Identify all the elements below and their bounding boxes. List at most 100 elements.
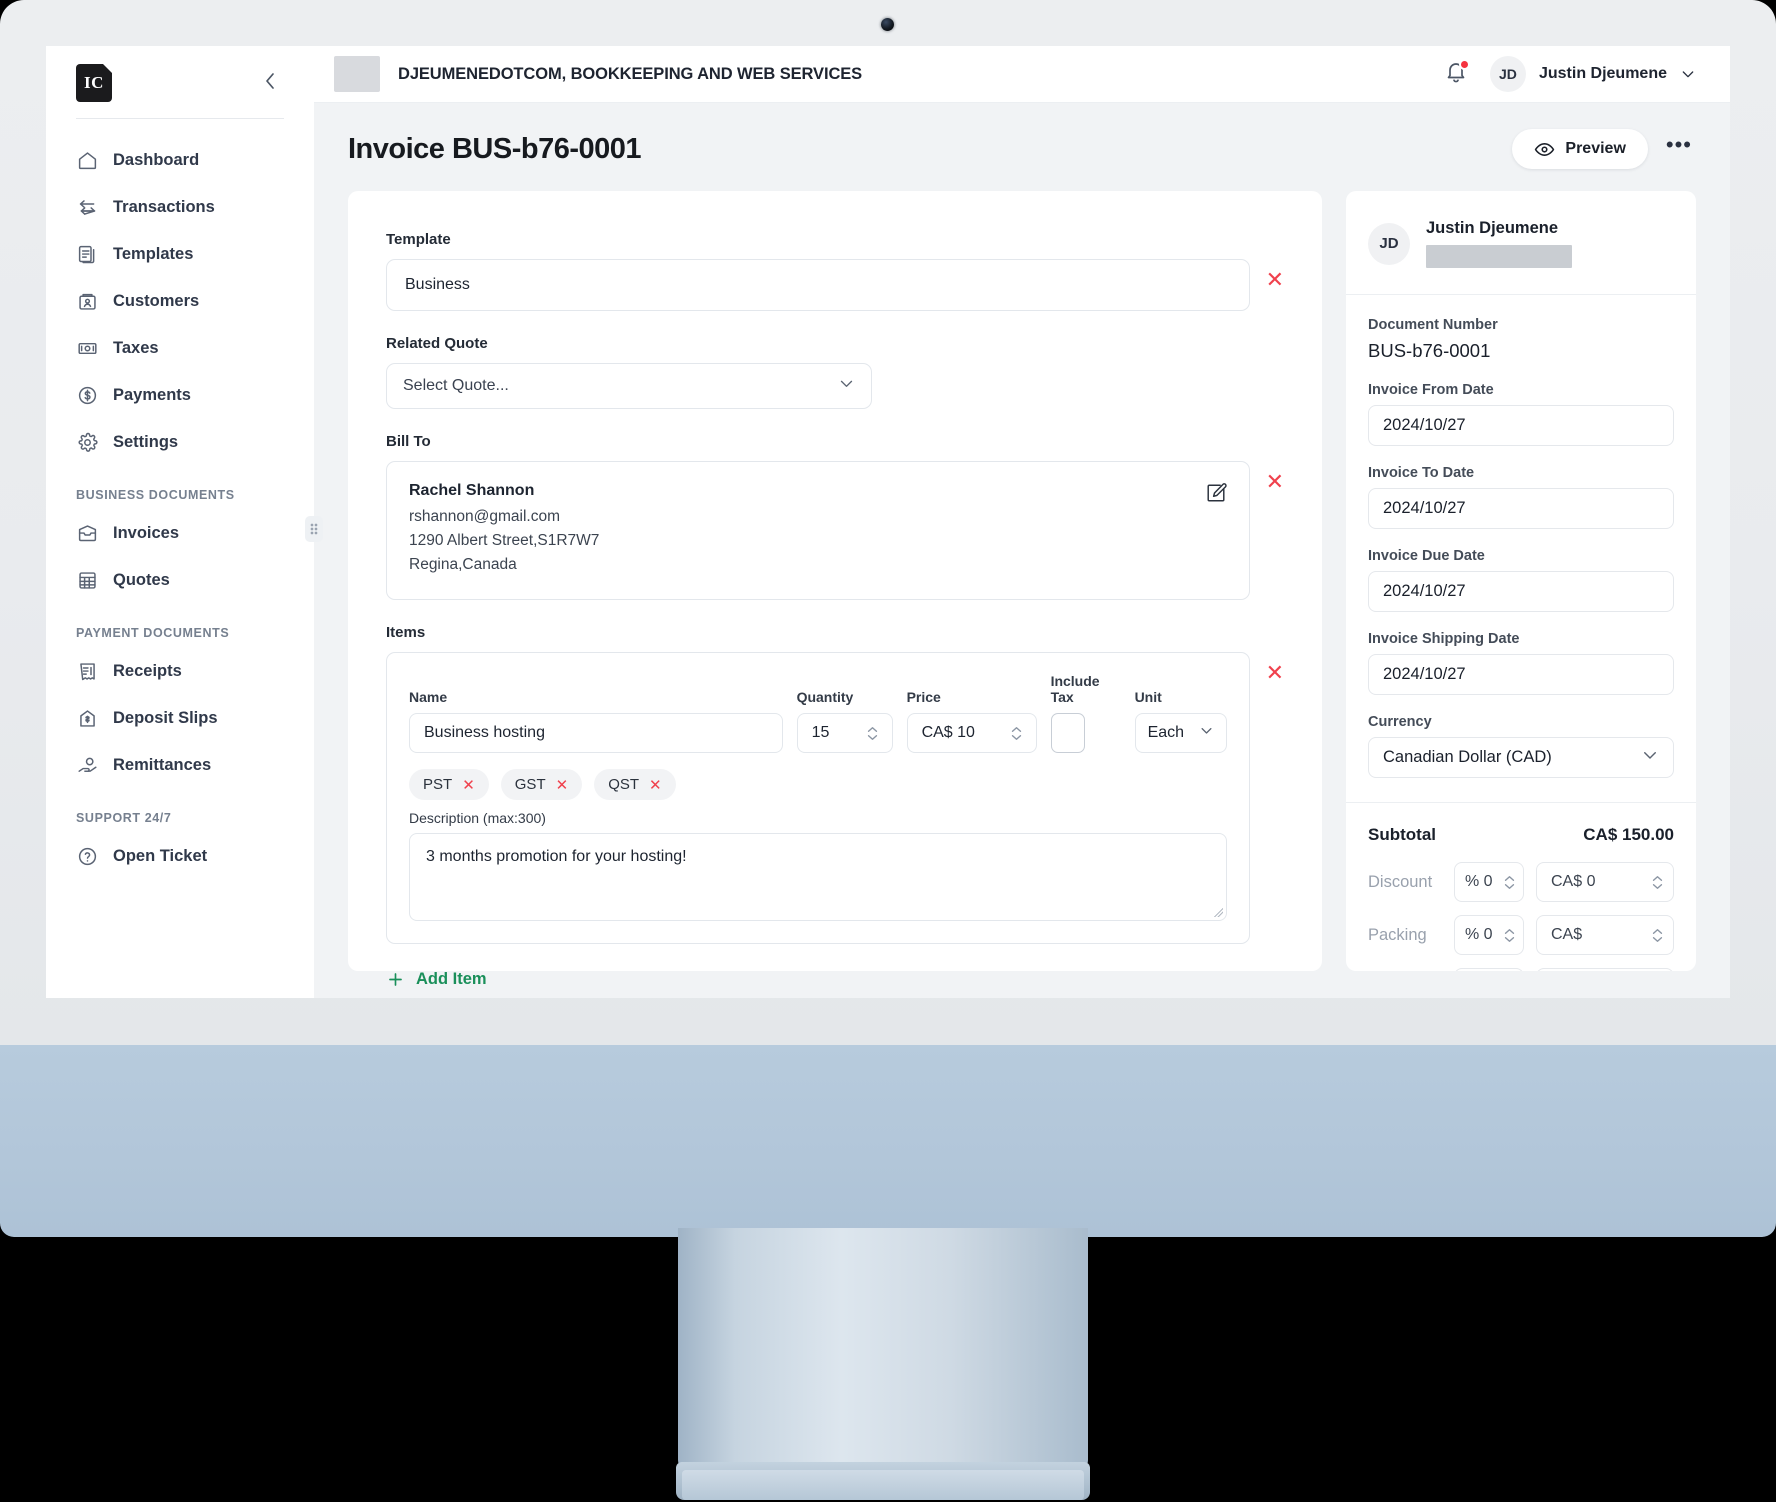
app-logo: IC	[76, 64, 112, 102]
packing-percent-stepper[interactable]	[1504, 928, 1515, 943]
question-circle-icon	[76, 846, 98, 868]
item-unit-select[interactable]: Each	[1134, 713, 1227, 754]
related-quote-field: Related Quote Select Quote...	[386, 335, 1284, 409]
remove-tax-icon[interactable]: ✕	[462, 776, 475, 794]
item-row: Name Business hosting Quantity 15 Price …	[386, 652, 1250, 945]
remittances-icon	[76, 755, 98, 777]
discount-percent-value: % 0	[1465, 873, 1493, 890]
add-item-button[interactable]: Add Item	[386, 970, 1284, 989]
packing-percent-value: % 0	[1465, 926, 1493, 943]
item-description-textarea[interactable]: 3 months promotion for your hosting!	[409, 833, 1227, 922]
item-include-tax-group: Include Tax	[1050, 673, 1121, 754]
invoice-to-date-input[interactable]: 2024/10/27	[1368, 488, 1674, 529]
user-menu[interactable]: JD Justin Djeumene	[1489, 56, 1696, 92]
sidebar-item-templates[interactable]: Templates	[46, 231, 314, 278]
freight-percent-input[interactable]: % 0	[1454, 968, 1524, 971]
tax-chip-label: GST	[514, 776, 546, 794]
invoices-icon	[76, 523, 98, 545]
subtotal-label: Subtotal	[1368, 825, 1436, 844]
document-number-label: Document Number	[1368, 317, 1498, 333]
related-quote-select[interactable]: Select Quote...	[386, 363, 872, 409]
preview-button[interactable]: Preview	[1512, 129, 1648, 169]
item-name-group: Name Business hosting	[409, 689, 783, 754]
packing-amount-value: CA$	[1551, 926, 1583, 943]
packing-amount-stepper[interactable]	[1652, 928, 1663, 943]
freight-amount-input[interactable]: CA$	[1536, 968, 1674, 971]
freight-row: Freight % 0	[1368, 968, 1674, 971]
packing-percent-input[interactable]: % 0	[1454, 915, 1524, 955]
sidebar-item-label: Transactions	[113, 198, 215, 216]
gear-icon	[76, 432, 98, 454]
sidebar-item-customers[interactable]: Customers	[46, 278, 314, 325]
sidebar-resize-handle[interactable]	[305, 516, 323, 542]
template-field: Template Business ✕	[386, 231, 1284, 311]
sidebar-main-nav: Dashboard Transactions Templates Custome…	[46, 119, 314, 880]
discount-amount-input[interactable]: CA$ 0	[1536, 862, 1674, 902]
item-inputs: Name Business hosting Quantity 15 Price …	[409, 673, 1227, 754]
remove-template-button[interactable]: ✕	[1266, 269, 1284, 291]
sidebar-item-receipts[interactable]: Receipts	[46, 648, 314, 695]
sidebar-item-remittances[interactable]: Remittances	[46, 742, 314, 789]
page-title: Invoice BUS-b76-0001	[348, 132, 642, 165]
edit-bill-to-button[interactable]	[1205, 482, 1227, 509]
remove-item-button[interactable]: ✕	[1266, 662, 1284, 684]
content-columns: Template Business ✕ Related Quote Select…	[348, 191, 1696, 988]
currency-select[interactable]: Canadian Dollar (CAD)	[1368, 737, 1674, 778]
sidebar-item-payments[interactable]: Payments	[46, 372, 314, 419]
bill-to-card: Rachel Shannon rshannon@gmail.com 1290 A…	[386, 461, 1250, 601]
notification-badge	[1458, 58, 1470, 70]
item-quantity-group: Quantity 15	[796, 689, 893, 754]
remove-tax-icon[interactable]: ✕	[556, 776, 569, 794]
totals-section: Subtotal CA$ 150.00 Discount % 0 CA$ 0 P…	[1346, 803, 1696, 971]
sidebar-item-invoices[interactable]: Invoices	[46, 510, 314, 557]
sidebar-item-dashboard[interactable]: Dashboard	[46, 137, 314, 184]
collapse-sidebar-button[interactable]	[256, 68, 284, 99]
item-quantity-input[interactable]: 15	[796, 713, 893, 754]
item-unit-group: Unit Each	[1134, 689, 1227, 754]
chevron-down-icon	[1011, 734, 1021, 740]
monitor-bezel: IC Dashboard Transactions Templates Cust…	[0, 0, 1776, 1045]
chevron-up-icon	[1504, 928, 1515, 934]
chevron-down-icon	[1652, 936, 1663, 942]
more-options-button[interactable]: •••	[1662, 134, 1696, 158]
invoice-from-date-input[interactable]: 2024/10/27	[1368, 405, 1674, 446]
tax-chip-qst[interactable]: QST ✕	[594, 769, 676, 801]
invoice-shipping-date-input[interactable]: 2024/10/27	[1368, 654, 1674, 695]
sidebar-item-settings[interactable]: Settings	[46, 419, 314, 466]
item-tax-chips: PST ✕ GST ✕ QST ✕	[409, 769, 1227, 801]
sidebar-item-quotes[interactable]: Quotes	[46, 557, 314, 604]
column-header-unit: Unit	[1134, 689, 1162, 706]
tax-chip-pst[interactable]: PST ✕	[409, 769, 489, 801]
column-header-name: Name	[409, 689, 448, 706]
include-tax-checkbox[interactable]	[1050, 713, 1085, 754]
chevron-up-icon	[1652, 875, 1663, 881]
price-stepper[interactable]	[1011, 726, 1022, 741]
chevron-down-icon	[838, 375, 855, 397]
column-header-price: Price	[906, 689, 941, 706]
packing-amount-input[interactable]: CA$	[1536, 915, 1674, 955]
sidebar-item-deposit-slips[interactable]: Deposit Slips	[46, 695, 314, 742]
discount-percent-input[interactable]: % 0	[1454, 862, 1524, 902]
discount-amount-stepper[interactable]	[1652, 875, 1663, 890]
monitor-stand-neck	[678, 1228, 1088, 1472]
chevron-up-icon	[1011, 726, 1021, 732]
sidebar-item-open-ticket[interactable]: Open Ticket	[46, 833, 314, 880]
item-price-input[interactable]: CA$ 10	[906, 713, 1037, 754]
discount-amount-value: CA$ 0	[1551, 873, 1596, 890]
sidebar-item-transactions[interactable]: Transactions	[46, 184, 314, 231]
tax-chip-gst[interactable]: GST ✕	[500, 769, 583, 801]
remove-tax-icon[interactable]: ✕	[649, 776, 662, 794]
chevron-down-icon	[1652, 883, 1663, 889]
remove-bill-to-button[interactable]: ✕	[1266, 471, 1284, 493]
quantity-stepper[interactable]	[867, 726, 878, 741]
discount-percent-stepper[interactable]	[1504, 875, 1515, 890]
item-unit-value: Each	[1147, 724, 1185, 742]
sidebar-item-taxes[interactable]: Taxes	[46, 325, 314, 372]
invoice-due-date-input[interactable]: 2024/10/27	[1368, 571, 1674, 612]
item-price-group: Price CA$ 10	[906, 689, 1037, 754]
column-header-include-tax: Include Tax	[1050, 673, 1100, 706]
template-input[interactable]: Business	[386, 259, 1250, 311]
item-name-input[interactable]: Business hosting	[409, 713, 783, 754]
notifications-button[interactable]	[1444, 58, 1470, 89]
currency-value: Canadian Dollar (CAD)	[1383, 748, 1552, 766]
